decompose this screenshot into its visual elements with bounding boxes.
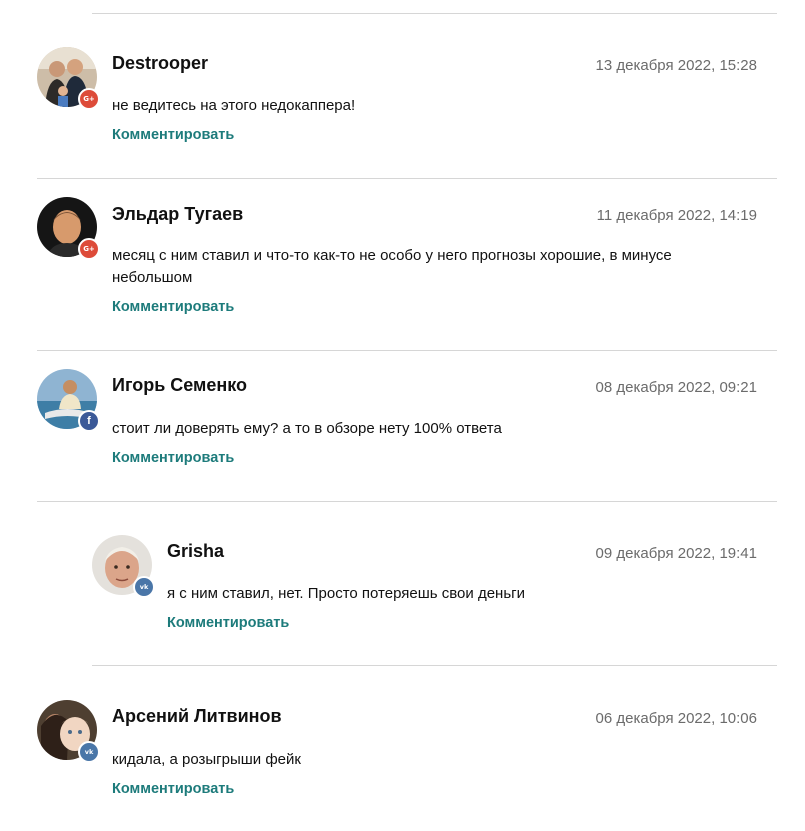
divider [92, 665, 777, 666]
divider [37, 178, 777, 179]
comment-reply-link[interactable]: Комментировать [167, 615, 289, 631]
divider [37, 501, 777, 502]
comment-date: 09 декабря 2022, 19:41 [595, 545, 757, 562]
comment-text: я с ним ставил, нет. Просто потеряешь св… [167, 585, 525, 602]
comment-reply-link[interactable]: Комментировать [112, 299, 234, 315]
author-name[interactable]: Grisha [167, 541, 224, 562]
comment-reply-link[interactable]: Комментировать [112, 127, 234, 143]
divider [92, 13, 777, 14]
vk-icon: vk [133, 576, 155, 598]
vk-icon: vk [78, 741, 100, 763]
comment-text: кидала, а розыгрыши фейк [112, 751, 301, 768]
comment-reply-link[interactable]: Комментировать [112, 781, 234, 797]
comment-text: не ведитесь на этого недокаппера! [112, 97, 356, 114]
author-name[interactable]: Эльдар Тугаев [112, 204, 243, 225]
author-name[interactable]: Арсений Литвинов [112, 706, 282, 727]
divider [37, 350, 777, 351]
google-plus-icon: G+ [78, 88, 100, 110]
comment-reply-link[interactable]: Комментировать [112, 450, 234, 466]
facebook-icon: f [78, 410, 100, 432]
google-plus-icon: G+ [78, 238, 100, 260]
author-name[interactable]: Игорь Семенко [112, 375, 247, 396]
comment-date: 11 декабря 2022, 14:19 [596, 207, 757, 224]
comment-text: стоит ли доверять ему? а то в обзоре нет… [112, 420, 502, 437]
author-name[interactable]: Destrooper [112, 53, 208, 74]
comment-date: 13 декабря 2022, 15:28 [595, 57, 757, 74]
comment-text: месяц с ним ставил и что-то как-то не ос… [112, 247, 672, 286]
comment-date: 08 декабря 2022, 09:21 [595, 379, 757, 396]
comment-date: 06 декабря 2022, 10:06 [595, 710, 757, 727]
